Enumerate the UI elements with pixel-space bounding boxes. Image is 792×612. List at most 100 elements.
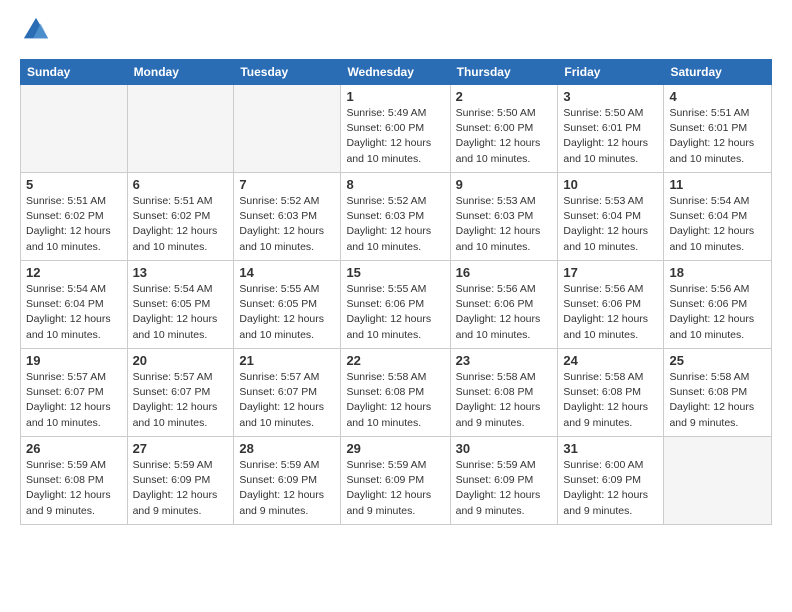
calendar-header-row: SundayMondayTuesdayWednesdayThursdayFrid… <box>21 60 772 85</box>
calendar-cell: 12 Sunrise: 5:54 AM Sunset: 6:04 PM Dayli… <box>21 261 128 349</box>
calendar-cell: 25 Sunrise: 5:58 AM Sunset: 6:08 PM Dayli… <box>664 349 772 437</box>
day-number: 7 <box>239 177 335 192</box>
day-info: Sunrise: 5:59 AM Sunset: 6:09 PM Dayligh… <box>239 458 335 519</box>
calendar-cell: 15 Sunrise: 5:55 AM Sunset: 6:06 PM Dayli… <box>341 261 450 349</box>
day-info: Sunrise: 5:59 AM Sunset: 6:09 PM Dayligh… <box>456 458 553 519</box>
day-info: Sunrise: 5:52 AM Sunset: 6:03 PM Dayligh… <box>239 194 335 255</box>
page: SundayMondayTuesdayWednesdayThursdayFrid… <box>0 0 792 541</box>
logo-icon <box>22 16 50 44</box>
calendar-cell: 11 Sunrise: 5:54 AM Sunset: 6:04 PM Dayli… <box>664 173 772 261</box>
calendar-cell: 26 Sunrise: 5:59 AM Sunset: 6:08 PM Dayli… <box>21 437 128 525</box>
calendar-cell: 16 Sunrise: 5:56 AM Sunset: 6:06 PM Dayli… <box>450 261 558 349</box>
calendar-cell: 19Sunrise: 5:57 AM Sunset: 6:07 PM Dayli… <box>21 349 128 437</box>
day-number: 12 <box>26 265 122 280</box>
day-number: 28 <box>239 441 335 456</box>
day-info: Sunrise: 5:56 AM Sunset: 6:06 PM Dayligh… <box>669 282 766 343</box>
day-number: 17 <box>563 265 658 280</box>
calendar-cell: 18 Sunrise: 5:56 AM Sunset: 6:06 PM Dayli… <box>664 261 772 349</box>
day-number: 18 <box>669 265 766 280</box>
calendar-cell: 13 Sunrise: 5:54 AM Sunset: 6:05 PM Dayli… <box>127 261 234 349</box>
day-number: 23 <box>456 353 553 368</box>
day-info: Sunrise: 5:51 AM Sunset: 6:02 PM Dayligh… <box>26 194 122 255</box>
day-info: Sunrise: 6:00 AM Sunset: 6:09 PM Dayligh… <box>563 458 658 519</box>
calendar-cell: 7 Sunrise: 5:52 AM Sunset: 6:03 PM Daylig… <box>234 173 341 261</box>
day-number: 5 <box>26 177 122 192</box>
calendar-table: SundayMondayTuesdayWednesdayThursdayFrid… <box>20 59 772 525</box>
calendar-cell: 5 Sunrise: 5:51 AM Sunset: 6:02 PM Daylig… <box>21 173 128 261</box>
calendar-cell: 31 Sunrise: 6:00 AM Sunset: 6:09 PM Dayli… <box>558 437 664 525</box>
day-info: Sunrise: 5:53 AM Sunset: 6:03 PM Dayligh… <box>456 194 553 255</box>
week-row-0: 1 Sunrise: 5:49 AM Sunset: 6:00 PM Daylig… <box>21 85 772 173</box>
day-info: Sunrise: 5:50 AM Sunset: 6:01 PM Dayligh… <box>563 106 658 167</box>
day-info: Sunrise: 5:58 AM Sunset: 6:08 PM Dayligh… <box>346 370 444 431</box>
col-header-thursday: Thursday <box>450 60 558 85</box>
calendar-cell: 9 Sunrise: 5:53 AM Sunset: 6:03 PM Daylig… <box>450 173 558 261</box>
day-info: Sunrise: 5:57 AM Sunset: 6:07 PM Dayligh… <box>26 370 122 431</box>
col-header-friday: Friday <box>558 60 664 85</box>
day-number: 4 <box>669 89 766 104</box>
day-info: Sunrise: 5:59 AM Sunset: 6:09 PM Dayligh… <box>346 458 444 519</box>
day-info: Sunrise: 5:56 AM Sunset: 6:06 PM Dayligh… <box>456 282 553 343</box>
day-info: Sunrise: 5:53 AM Sunset: 6:04 PM Dayligh… <box>563 194 658 255</box>
calendar-cell: 22Sunrise: 5:58 AM Sunset: 6:08 PM Dayli… <box>341 349 450 437</box>
calendar-cell: 20 Sunrise: 5:57 AM Sunset: 6:07 PM Dayli… <box>127 349 234 437</box>
day-number: 1 <box>346 89 444 104</box>
day-number: 25 <box>669 353 766 368</box>
calendar-cell <box>664 437 772 525</box>
day-info: Sunrise: 5:57 AM Sunset: 6:07 PM Dayligh… <box>133 370 229 431</box>
day-number: 10 <box>563 177 658 192</box>
week-row-4: 26 Sunrise: 5:59 AM Sunset: 6:08 PM Dayli… <box>21 437 772 525</box>
day-number: 29 <box>346 441 444 456</box>
header <box>20 16 772 49</box>
day-info: Sunrise: 5:54 AM Sunset: 6:04 PM Dayligh… <box>669 194 766 255</box>
day-info: Sunrise: 5:55 AM Sunset: 6:06 PM Dayligh… <box>346 282 444 343</box>
day-info: Sunrise: 5:59 AM Sunset: 6:09 PM Dayligh… <box>133 458 229 519</box>
day-info: Sunrise: 5:52 AM Sunset: 6:03 PM Dayligh… <box>346 194 444 255</box>
col-header-sunday: Sunday <box>21 60 128 85</box>
calendar-cell: 23 Sunrise: 5:58 AM Sunset: 6:08 PM Dayli… <box>450 349 558 437</box>
calendar-cell: 17 Sunrise: 5:56 AM Sunset: 6:06 PM Dayli… <box>558 261 664 349</box>
col-header-tuesday: Tuesday <box>234 60 341 85</box>
week-row-1: 5 Sunrise: 5:51 AM Sunset: 6:02 PM Daylig… <box>21 173 772 261</box>
day-info: Sunrise: 5:58 AM Sunset: 6:08 PM Dayligh… <box>456 370 553 431</box>
day-number: 6 <box>133 177 229 192</box>
day-info: Sunrise: 5:58 AM Sunset: 6:08 PM Dayligh… <box>669 370 766 431</box>
day-number: 21 <box>239 353 335 368</box>
day-info: Sunrise: 5:54 AM Sunset: 6:05 PM Dayligh… <box>133 282 229 343</box>
day-number: 2 <box>456 89 553 104</box>
day-number: 15 <box>346 265 444 280</box>
day-number: 31 <box>563 441 658 456</box>
day-number: 16 <box>456 265 553 280</box>
calendar-cell: 14Sunrise: 5:55 AM Sunset: 6:05 PM Dayli… <box>234 261 341 349</box>
day-info: Sunrise: 5:51 AM Sunset: 6:01 PM Dayligh… <box>669 106 766 167</box>
day-number: 20 <box>133 353 229 368</box>
day-number: 26 <box>26 441 122 456</box>
day-info: Sunrise: 5:49 AM Sunset: 6:00 PM Dayligh… <box>346 106 444 167</box>
calendar-cell: 28 Sunrise: 5:59 AM Sunset: 6:09 PM Dayli… <box>234 437 341 525</box>
day-number: 13 <box>133 265 229 280</box>
day-info: Sunrise: 5:56 AM Sunset: 6:06 PM Dayligh… <box>563 282 658 343</box>
week-row-2: 12 Sunrise: 5:54 AM Sunset: 6:04 PM Dayli… <box>21 261 772 349</box>
week-row-3: 19Sunrise: 5:57 AM Sunset: 6:07 PM Dayli… <box>21 349 772 437</box>
day-number: 14 <box>239 265 335 280</box>
calendar-cell: 3Sunrise: 5:50 AM Sunset: 6:01 PM Daylig… <box>558 85 664 173</box>
col-header-monday: Monday <box>127 60 234 85</box>
day-info: Sunrise: 5:59 AM Sunset: 6:08 PM Dayligh… <box>26 458 122 519</box>
day-number: 8 <box>346 177 444 192</box>
calendar-cell: 24Sunrise: 5:58 AM Sunset: 6:08 PM Dayli… <box>558 349 664 437</box>
calendar-cell: 27Sunrise: 5:59 AM Sunset: 6:09 PM Dayli… <box>127 437 234 525</box>
day-number: 24 <box>563 353 658 368</box>
day-info: Sunrise: 5:57 AM Sunset: 6:07 PM Dayligh… <box>239 370 335 431</box>
calendar-cell: 21 Sunrise: 5:57 AM Sunset: 6:07 PM Dayli… <box>234 349 341 437</box>
day-number: 11 <box>669 177 766 192</box>
calendar-cell: 6Sunrise: 5:51 AM Sunset: 6:02 PM Daylig… <box>127 173 234 261</box>
logo <box>20 16 50 49</box>
calendar-cell: 2Sunrise: 5:50 AM Sunset: 6:00 PM Daylig… <box>450 85 558 173</box>
col-header-wednesday: Wednesday <box>341 60 450 85</box>
calendar-cell <box>234 85 341 173</box>
calendar-cell: 1 Sunrise: 5:49 AM Sunset: 6:00 PM Daylig… <box>341 85 450 173</box>
calendar-cell <box>127 85 234 173</box>
day-number: 30 <box>456 441 553 456</box>
day-info: Sunrise: 5:54 AM Sunset: 6:04 PM Dayligh… <box>26 282 122 343</box>
day-number: 9 <box>456 177 553 192</box>
